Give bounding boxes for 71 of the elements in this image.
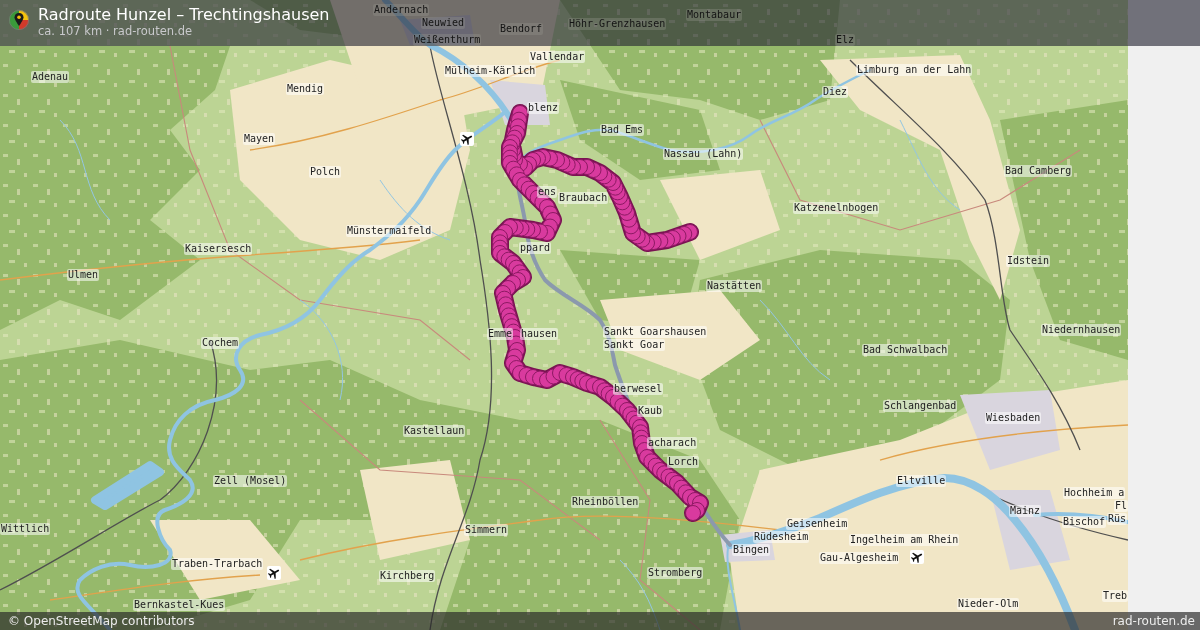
place-label: Bendorf — [499, 23, 544, 35]
place-label: Eltville — [896, 475, 947, 487]
attribution-text: © OpenStreetMap contributors — [8, 613, 195, 630]
place-label: Mainz — [1009, 505, 1042, 517]
airplane-icon — [267, 566, 281, 580]
place-label: Idstein — [1006, 255, 1051, 267]
route-subtitle: ca. 107 km · rad-routen.de — [38, 24, 194, 38]
place-label: Bad Ems — [600, 124, 645, 136]
place-label: Stromberg — [647, 567, 704, 579]
place-label: Kaisersesch — [184, 243, 253, 255]
place-label: Diez — [822, 86, 849, 98]
place-label: blenz — [527, 102, 560, 114]
place-label: Nassau (Lahn) — [663, 148, 744, 160]
place-label: Mülheim-Kärlich — [444, 65, 537, 77]
place-label: Sankt Goarshausen — [603, 326, 708, 338]
place-label: Ingelheim am Rhein — [849, 534, 960, 546]
site-name: rad-routen.de — [1112, 613, 1195, 630]
place-label: Polch — [309, 166, 342, 178]
place-label: Niedernhausen — [1041, 324, 1122, 336]
place-label: Wittlich — [0, 523, 51, 535]
place-label: Bad Camberg — [1004, 165, 1073, 177]
airplane-icon — [910, 550, 924, 564]
place-label: Simmern — [464, 524, 509, 536]
place-label: Adenau — [31, 71, 70, 83]
place-label: Bischof — [1062, 516, 1107, 528]
place-label: Bingen — [732, 544, 771, 556]
place-label: Traben-Trarbach — [171, 558, 264, 570]
place-label: acharach — [647, 437, 698, 449]
place-label: Neuwied — [421, 17, 466, 29]
place-label: Schlangenbad — [883, 400, 958, 412]
route-title: Radroute Hunzel – Trechtingshausen — [38, 5, 330, 24]
place-label: Cochem — [201, 337, 240, 349]
place-label: ppard — [519, 242, 552, 254]
place-label: Ulmen — [67, 269, 100, 281]
place-label: Nastätten — [706, 280, 763, 292]
place-label: Limburg an der Lahn — [856, 64, 973, 76]
place-label: Zell (Mosel) — [213, 475, 288, 487]
place-label: Gau-Algesheim — [819, 552, 900, 564]
place-label: Rüdesheim — [753, 531, 810, 543]
place-label: Bad Schwalbach — [862, 344, 949, 356]
airplane-icon — [460, 132, 474, 146]
place-label: Kirchberg — [379, 570, 436, 582]
place-label: Fl — [1114, 500, 1128, 512]
place-label: berwesel — [613, 383, 664, 395]
place-label: Elz — [835, 34, 856, 46]
map-pin-icon — [8, 9, 30, 31]
place-label: Münstermaifeld — [346, 225, 433, 237]
place-label: hausen — [520, 328, 559, 340]
place-label: Lorch — [667, 456, 700, 468]
place-label: Katzenelnbogen — [793, 202, 880, 214]
place-label: Montabaur — [686, 9, 743, 21]
place-label: Bernkastel-Kues — [133, 599, 226, 611]
place-label: Rüs — [1107, 513, 1128, 525]
place-label: ens — [537, 186, 558, 198]
place-label: Mendig — [286, 83, 325, 95]
place-label: Vallendar — [529, 51, 586, 63]
place-label: Emme — [487, 328, 514, 340]
place-label: Höhr-Grenzhausen — [568, 18, 667, 30]
place-label: Kastellaun — [403, 425, 466, 437]
place-label: Braubach — [558, 192, 609, 204]
place-label: Treb — [1102, 590, 1128, 602]
place-label: Mayen — [243, 133, 276, 145]
place-label: Wiesbaden — [985, 412, 1042, 424]
place-label: Hochheim a — [1063, 487, 1126, 499]
place-label: Weißenthurm — [413, 34, 482, 46]
place-label: Andernach — [373, 4, 430, 16]
place-label: Rheinböllen — [571, 496, 640, 508]
place-label: Sankt Goar — [603, 339, 666, 351]
place-label: Nieder-Olm — [957, 598, 1020, 610]
place-label: Kaub — [637, 405, 664, 417]
place-label: Geisenheim — [786, 518, 849, 530]
